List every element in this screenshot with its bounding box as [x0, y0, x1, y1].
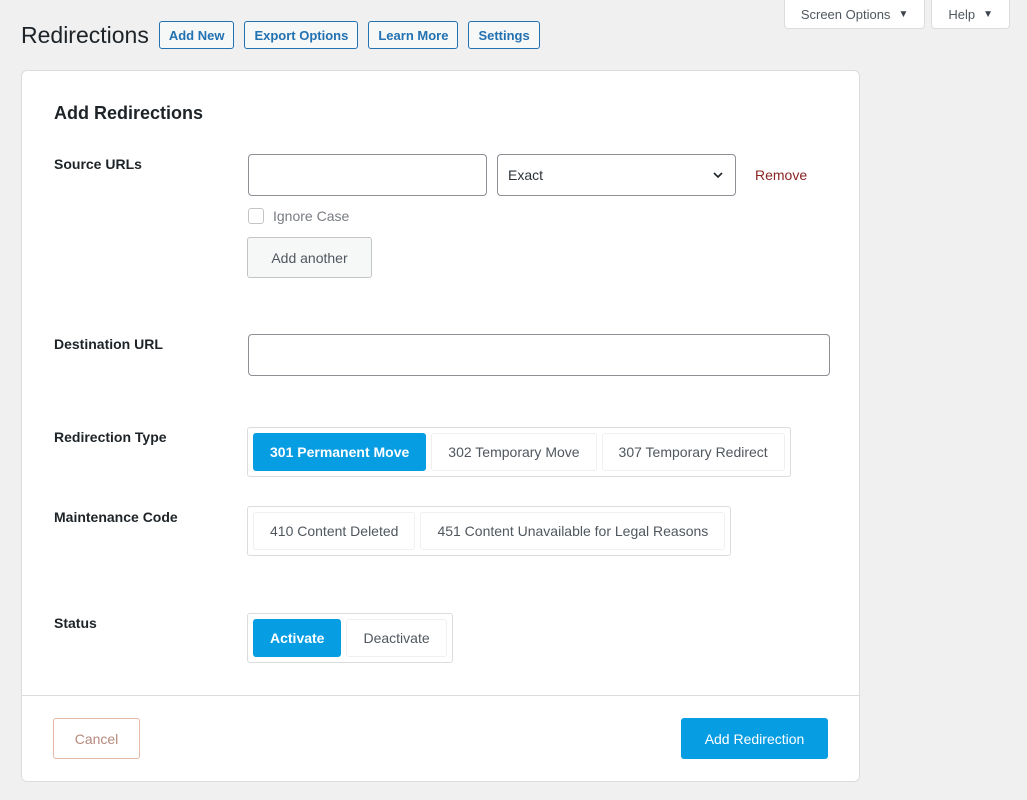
card-title: Add Redirections: [54, 103, 204, 123]
remove-source-link[interactable]: Remove: [755, 167, 807, 183]
add-new-button[interactable]: Add New: [158, 21, 235, 49]
screen-options-button[interactable]: Screen Options ▼: [783, 0, 926, 29]
page-header: Redirections Add New Export Options Lear…: [21, 20, 550, 50]
ignore-case-checkbox[interactable]: [248, 208, 264, 224]
redirect-302-option[interactable]: 302 Temporary Move: [431, 433, 597, 471]
status-label: Status: [54, 615, 97, 631]
source-urls-label: Source URLs: [54, 156, 142, 172]
export-options-button[interactable]: Export Options: [244, 21, 359, 49]
add-another-button[interactable]: Add another: [247, 237, 372, 278]
maintenance-code-group: 410 Content Deleted 451 Content Unavaila…: [247, 506, 732, 556]
help-label: Help: [948, 6, 976, 22]
redirect-301-option[interactable]: 301 Permanent Move: [253, 433, 427, 471]
learn-more-button[interactable]: Learn More: [368, 21, 459, 49]
help-button[interactable]: Help ▼: [931, 0, 1010, 29]
redirection-type-label: Redirection Type: [54, 429, 167, 445]
destination-url-input[interactable]: [248, 334, 830, 376]
screen-meta-links: Screen Options ▼ Help ▼: [783, 0, 1010, 29]
redirection-type-group: 301 Permanent Move 302 Temporary Move 30…: [247, 427, 791, 477]
match-type-value: Exact: [508, 167, 544, 183]
screen-options-label: Screen Options: [800, 6, 891, 22]
chevron-down-icon: [713, 172, 723, 179]
source-url-input[interactable]: [248, 154, 487, 196]
status-group: Activate Deactivate: [247, 613, 453, 663]
caret-down-icon: ▼: [898, 8, 909, 20]
activate-option[interactable]: Activate: [253, 619, 342, 657]
caret-down-icon: ▼: [983, 8, 993, 20]
code-410-option[interactable]: 410 Content Deleted: [253, 512, 416, 550]
add-redirection-button[interactable]: Add Redirection: [681, 718, 828, 759]
add-redirection-card: Add Redirections Source URLs Exact Remov…: [21, 70, 860, 782]
match-type-select[interactable]: Exact: [497, 154, 736, 196]
cancel-button[interactable]: Cancel: [53, 718, 140, 759]
card-footer: Cancel Add Redirection: [22, 695, 859, 781]
destination-url-label: Destination URL: [54, 336, 163, 352]
deactivate-option[interactable]: Deactivate: [346, 619, 447, 657]
redirect-307-option[interactable]: 307 Temporary Redirect: [601, 433, 785, 471]
code-451-option[interactable]: 451 Content Unavailable for Legal Reason…: [420, 512, 726, 550]
ignore-case-row: Ignore Case: [248, 208, 349, 224]
page-title: Redirections: [21, 22, 149, 48]
ignore-case-label: Ignore Case: [273, 208, 350, 224]
settings-button[interactable]: Settings: [468, 21, 540, 49]
maintenance-code-label: Maintenance Code: [54, 509, 178, 525]
